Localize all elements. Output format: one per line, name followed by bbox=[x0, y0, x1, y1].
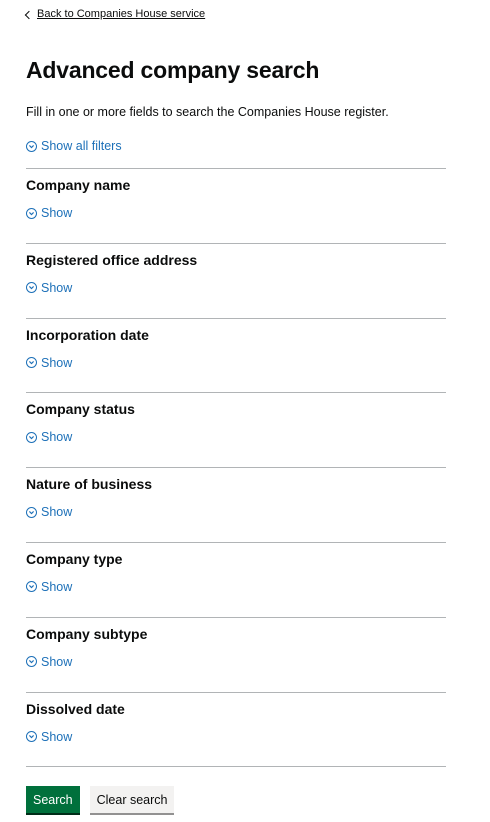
chevron-down-circle-icon bbox=[26, 731, 37, 743]
chevron-down-circle-icon bbox=[26, 140, 37, 152]
show-all-filters-link[interactable]: Show all filters bbox=[26, 139, 122, 153]
chevron-down-circle-icon bbox=[26, 506, 37, 518]
chevron-down-circle-icon bbox=[26, 656, 37, 668]
clear-search-button[interactable]: Clear search bbox=[89, 786, 175, 813]
filter-show-label: Show bbox=[41, 729, 73, 744]
filter-show-toggle[interactable]: Show bbox=[26, 730, 72, 744]
filter-title: Company type bbox=[26, 550, 123, 567]
filter-title: Company name bbox=[26, 177, 131, 193]
filter-list: Company name Show Registered office addr… bbox=[26, 168, 446, 768]
filter-show-toggle[interactable]: Show bbox=[26, 281, 72, 295]
filter-title: Nature of business bbox=[26, 476, 153, 493]
filter-show-label: Show bbox=[41, 206, 73, 220]
filter-show-label: Show bbox=[41, 505, 73, 520]
filter-section-company-status: Company status Show bbox=[26, 392, 446, 467]
filter-show-label: Show bbox=[41, 280, 73, 295]
filter-show-toggle[interactable]: Show bbox=[26, 580, 72, 594]
chevron-down-circle-icon bbox=[26, 282, 37, 294]
filter-section-nature-of-business: Nature of business Show bbox=[26, 467, 446, 542]
back-link-label: Back to Companies House service bbox=[37, 8, 206, 20]
filter-section-registered-office-address: Registered office address Show bbox=[26, 242, 446, 318]
filter-section-company-type: Company type Show bbox=[26, 541, 446, 617]
filter-show-toggle[interactable]: Show bbox=[26, 505, 72, 519]
filter-title: Company status bbox=[26, 401, 135, 418]
filter-show-toggle[interactable]: Show bbox=[26, 356, 72, 370]
page-intro: Fill in one or more fields to search the… bbox=[26, 105, 389, 119]
form-actions: Search Clear search bbox=[26, 786, 175, 813]
filter-show-toggle[interactable]: Show bbox=[26, 655, 72, 669]
chevron-down-circle-icon bbox=[26, 207, 37, 219]
filter-show-label: Show bbox=[41, 430, 73, 445]
search-button[interactable]: Search bbox=[26, 786, 80, 813]
filter-show-label: Show bbox=[41, 355, 73, 370]
filter-section-company-subtype: Company subtype Show bbox=[26, 616, 446, 692]
back-link[interactable]: Back to Companies House service bbox=[24, 8, 206, 20]
filter-title: Incorporation date bbox=[26, 326, 149, 343]
chevron-down-circle-icon bbox=[26, 357, 37, 369]
filter-title: Registered office address bbox=[26, 251, 198, 268]
filter-section-incorporation-date: Incorporation date Show bbox=[26, 317, 446, 393]
chevron-left-icon bbox=[24, 10, 34, 19]
filter-show-label: Show bbox=[41, 654, 73, 669]
filter-title: Dissolved date bbox=[26, 700, 125, 717]
filter-show-toggle[interactable]: Show bbox=[26, 430, 72, 444]
divider bbox=[26, 766, 446, 768]
filter-show-toggle[interactable]: Show bbox=[26, 206, 72, 220]
filter-section-company-name: Company name Show bbox=[26, 168, 446, 243]
filter-title: Company subtype bbox=[26, 625, 148, 642]
chevron-down-circle-icon bbox=[26, 581, 37, 593]
page-title: Advanced company search bbox=[26, 57, 320, 83]
filter-show-label: Show bbox=[41, 579, 73, 594]
filter-section-dissolved-date: Dissolved date Show bbox=[26, 691, 446, 767]
chevron-down-circle-icon bbox=[26, 431, 37, 443]
show-all-filters-label: Show all filters bbox=[41, 139, 122, 153]
